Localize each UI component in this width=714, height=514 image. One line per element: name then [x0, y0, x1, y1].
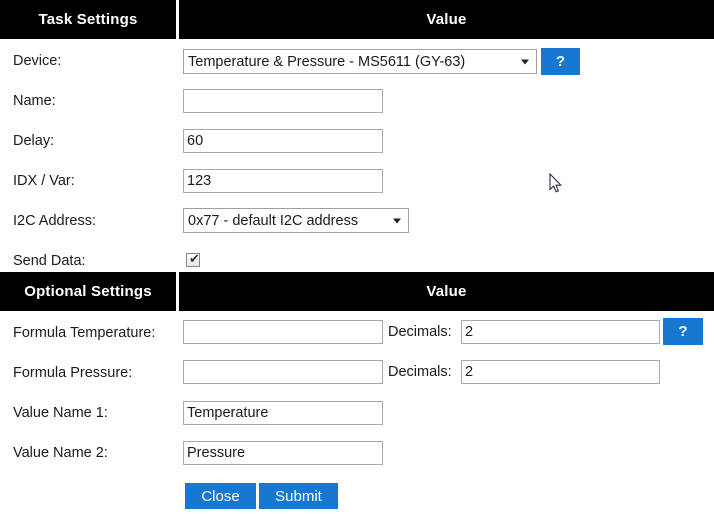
formula-temperature-label: Formula Temperature: [13, 325, 156, 341]
optional-settings-header: Optional Settings Value [0, 272, 714, 311]
device-help-button[interactable]: ? [541, 48, 580, 75]
checkmark-icon: ✔ [189, 251, 200, 266]
task-settings-page: Task Settings Value Device: Temperature … [0, 0, 714, 514]
task-settings-header-label: Task Settings [38, 11, 138, 28]
task-settings-value-header-label: Value [426, 11, 467, 28]
value-name-2-input[interactable] [183, 441, 383, 465]
form-actions: Close Submit [0, 473, 714, 513]
task-settings-header: Task Settings Value [0, 0, 714, 39]
formula-temperature-decimals-label: Decimals: [388, 324, 452, 340]
idx-var-label: IDX / Var: [13, 173, 75, 189]
row-name: Name: [0, 81, 714, 121]
name-input[interactable] [183, 89, 383, 113]
row-i2c-address: I2C Address: 0x77 - default I2C address [0, 201, 714, 241]
close-button[interactable]: Close [185, 483, 256, 509]
formula-pressure-decimals-label: Decimals: [388, 364, 452, 380]
value-name-1-input[interactable] [183, 401, 383, 425]
idx-var-input[interactable] [183, 169, 383, 193]
row-formula-pressure: Formula Pressure: Decimals: [0, 353, 714, 393]
i2c-address-select-value: 0x77 - default I2C address [188, 212, 359, 229]
row-value-name-1: Value Name 1: [0, 393, 714, 433]
value-name-1-label: Value Name 1: [13, 405, 108, 421]
formula-temperature-decimals-input[interactable] [461, 320, 660, 344]
row-formula-temperature: Formula Temperature: Decimals: ? [0, 313, 714, 353]
i2c-address-label: I2C Address: [13, 213, 97, 229]
chevron-down-icon [393, 218, 401, 223]
row-device: Device: Temperature & Pressure - MS5611 … [0, 41, 714, 81]
chevron-down-icon [521, 59, 529, 64]
formula-pressure-decimals-input[interactable] [461, 360, 660, 384]
optional-settings-header-label: Optional Settings [24, 283, 152, 300]
device-select-value: Temperature & Pressure - MS5611 (GY-63) [188, 53, 466, 70]
delay-input[interactable] [183, 129, 383, 153]
formula-pressure-label: Formula Pressure: [13, 365, 133, 381]
row-idx-var: IDX / Var: [0, 161, 714, 201]
name-label: Name: [13, 93, 56, 109]
delay-label: Delay: [13, 133, 55, 149]
value-name-2-label: Value Name 2: [13, 445, 108, 461]
device-label: Device: [13, 53, 62, 69]
i2c-address-select[interactable]: 0x77 - default I2C address [183, 208, 409, 233]
submit-button[interactable]: Submit [259, 483, 338, 509]
formula-temperature-input[interactable] [183, 320, 383, 344]
device-select[interactable]: Temperature & Pressure - MS5611 (GY-63) [183, 49, 537, 74]
row-delay: Delay: [0, 121, 714, 161]
row-value-name-2: Value Name 2: [0, 433, 714, 473]
send-data-checkbox[interactable]: ✔ [186, 251, 200, 267]
optional-settings-value-header-label: Value [426, 283, 467, 300]
optional-settings-help-button[interactable]: ? [663, 318, 703, 345]
formula-pressure-input[interactable] [183, 360, 383, 384]
